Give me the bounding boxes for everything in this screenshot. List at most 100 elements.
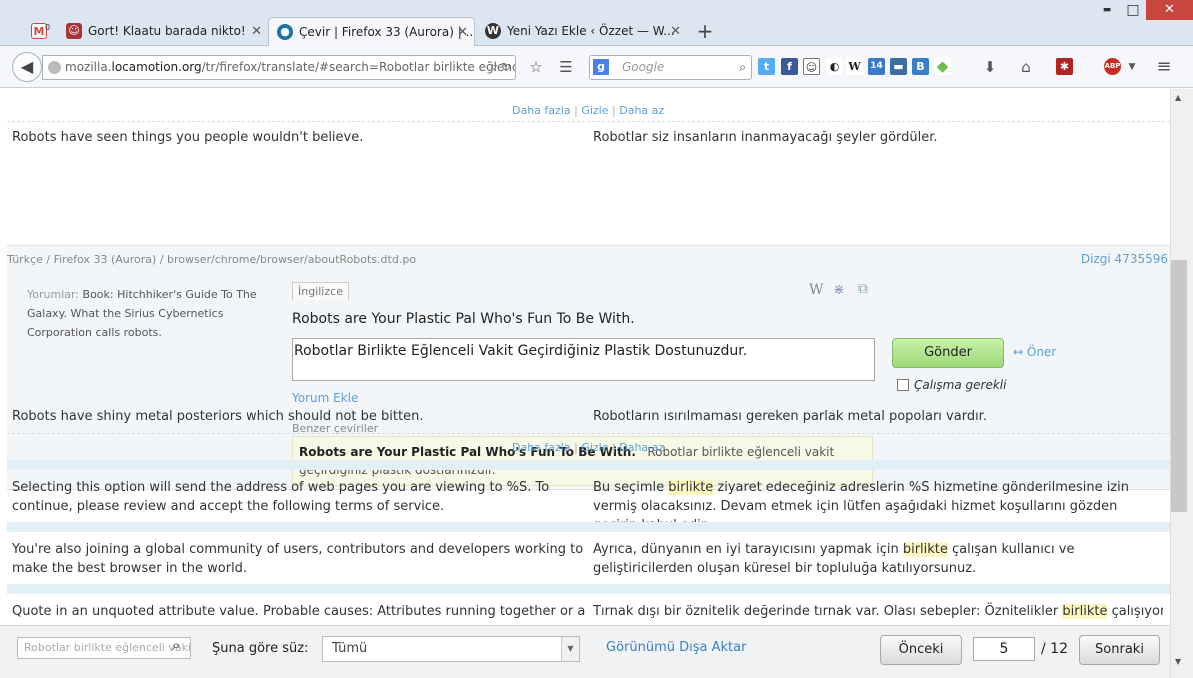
moon-icon[interactable]: ◐ <box>826 58 843 75</box>
page-total: / 12 <box>1041 641 1068 657</box>
back-button[interactable]: ◀ <box>12 52 42 82</box>
more-link[interactable]: Daha fazla <box>512 104 571 117</box>
row-separator <box>7 584 1170 594</box>
filter-label: Şuna göre süz: <box>212 641 309 656</box>
string-id-link[interactable]: Dizgi 4735596 <box>1081 252 1168 266</box>
url-bar[interactable]: mozilla.locamotion.org/tr/firefox/transl… <box>42 55 516 80</box>
tab-cevir[interactable]: ● Çevir | Firefox 33 (Aurora) | ... ✕ <box>268 17 475 46</box>
bug-report-icon[interactable]: ⋇ <box>833 282 845 298</box>
wikipedia-lookup-icon[interactable]: W <box>809 282 823 298</box>
hide-link[interactable]: Gizle <box>581 441 608 454</box>
translation-row[interactable]: Quote in an unquoted attribute value. Pr… <box>7 602 1170 622</box>
suggest-link[interactable]: ↔ Öner <box>1013 345 1056 359</box>
reading-list-icon[interactable]: ☰ <box>556 57 576 77</box>
previous-button[interactable]: Önceki <box>880 635 962 665</box>
home-icon[interactable]: ⌂ <box>1016 57 1036 77</box>
less-link[interactable]: Daha az <box>619 104 664 117</box>
translation-textarea[interactable]: Robotlar Birlikte Eğlenceli Vakit Geçird… <box>292 338 875 381</box>
copy-icon[interactable]: ⧉ <box>858 281 868 297</box>
wikipedia-icon[interactable]: W <box>846 58 863 75</box>
url-path: /tr/firefox/translate/#search=Robotlar b… <box>201 60 516 74</box>
close-tab-icon[interactable]: ✕ <box>251 17 262 46</box>
filter-selected-value: Tümü <box>332 641 368 656</box>
fuzzy-checkbox[interactable] <box>897 379 909 391</box>
bookmark-star-icon[interactable]: ☆ <box>526 57 546 77</box>
blogger-icon[interactable]: B <box>912 58 929 75</box>
source-lang-label: İngilizce <box>292 282 349 300</box>
search-highlight: birlikte <box>1062 604 1108 619</box>
less-link[interactable]: Daha az <box>619 441 664 454</box>
globe-icon <box>48 61 61 74</box>
next-button[interactable]: Sonraki <box>1079 635 1160 665</box>
scroll-up-arrow-icon[interactable]: ▲ <box>1175 93 1181 102</box>
hide-link[interactable]: Gizle <box>581 104 608 117</box>
facebook-icon[interactable]: f <box>781 58 798 75</box>
smiley-icon[interactable]: ☺ <box>803 58 820 75</box>
close-tab-icon[interactable]: ✕ <box>457 18 468 46</box>
target-text: Tırnak dışı bir öznitelik değerinde tırn… <box>593 604 1163 619</box>
source-text: You're also joining a global community o… <box>12 542 584 576</box>
fuzzy-label: Çalışma gerekli <box>914 378 1007 392</box>
search-highlight: birlikte <box>668 480 714 495</box>
target-text: Robotlar siz insanların inanmayacağı şey… <box>593 130 938 145</box>
minimize-button[interactable]: ▬ <box>1094 0 1120 20</box>
scrollbar-thumb[interactable] <box>1171 260 1187 512</box>
source-text: Selecting this option will send the addr… <box>12 480 550 514</box>
adblock-icon[interactable]: ABP <box>1104 58 1121 75</box>
google-icon: g <box>593 59 609 75</box>
tab-gort[interactable]: ☺ Gort! Klaatu barada nikto! ✕ <box>58 17 268 46</box>
source-text: Robots have shiny metal posteriors which… <box>12 409 424 424</box>
calendar-icon[interactable]: 14 <box>868 58 885 75</box>
search-icon[interactable]: ⌕ <box>172 636 180 654</box>
previous-row-links: Daha fazla | Gizle | Daha az <box>512 104 665 117</box>
feedly-icon[interactable]: ◆ <box>934 58 951 75</box>
close-tab-icon[interactable]: ✕ <box>670 17 681 46</box>
source-text: Quote in an unquoted attribute value. Pr… <box>12 604 587 619</box>
target-text: Robotların ısırılmaması gereken parlak m… <box>593 409 987 424</box>
maximize-button[interactable]: □ <box>1120 0 1146 20</box>
reload-icon[interactable]: ▿ ↻ <box>491 56 511 79</box>
tab-label: Yeni Yazı Ekle ‹ Özzet — W... <box>507 24 675 38</box>
scroll-down-arrow-icon[interactable]: ▼ <box>1175 657 1181 666</box>
search-icon[interactable]: ⌕ <box>739 56 746 79</box>
tab-label: Çevir | Firefox 33 (Aurora) | ... <box>299 25 475 39</box>
title-bar: ▬ □ ✕ M 0 ☺ Gort! Klaatu barada nikto! ✕… <box>0 0 1193 46</box>
breadcrumb[interactable]: Türkçe / Firefox 33 (Aurora) / browser/c… <box>7 253 416 266</box>
divider <box>7 121 1170 122</box>
next-row-links: Daha fazla | Gizle | Daha az <box>512 441 665 454</box>
chat-icon[interactable]: ▬ <box>890 58 907 75</box>
adblock-dropdown-icon[interactable]: ▼ <box>1122 57 1142 77</box>
row-separator <box>7 522 1170 532</box>
tab-wordpress[interactable]: W Yeni Yazı Ekle ‹ Özzet — W... ✕ <box>477 17 687 46</box>
tab-label: Gort! Klaatu barada nikto! <box>88 24 246 38</box>
navigation-toolbar: ◀ mozilla.locamotion.org/tr/firefox/tran… <box>0 46 1193 88</box>
search-placeholder: Google <box>622 60 665 74</box>
row-separator <box>7 460 1170 470</box>
twitter-icon[interactable]: t <box>758 58 775 75</box>
filter-select[interactable]: Tümü ▼ <box>322 636 580 662</box>
footer-search-input[interactable]: Robotlar birlikte eğlenceli vakit <box>17 637 191 659</box>
divider <box>7 433 1170 434</box>
translation-row[interactable]: Selecting this option will send the addr… <box>7 478 1170 533</box>
close-window-button[interactable]: ✕ <box>1146 0 1193 20</box>
download-icon[interactable]: ⬇ <box>980 57 1000 77</box>
translation-row[interactable]: You're also joining a global community o… <box>7 540 1170 580</box>
add-comment-link[interactable]: Yorum Ekle <box>292 391 358 405</box>
new-tab-button[interactable]: + <box>693 17 717 45</box>
page-content: Daha fazla | Gizle | Daha az Robots have… <box>0 89 1170 625</box>
addon-icon[interactable]: ✱ <box>1056 58 1073 75</box>
url-domain: locamotion.org <box>111 60 202 74</box>
export-view-link[interactable]: Görünümü Dışa Aktar <box>606 640 746 655</box>
tab-gmail[interactable]: M 0 <box>24 17 58 46</box>
translation-row[interactable]: Robots have shiny metal posteriors which… <box>7 409 1170 429</box>
comment-label: Yorumlar: <box>27 288 80 301</box>
gmail-badge: 0 <box>45 23 51 32</box>
more-link[interactable]: Daha fazla <box>512 441 571 454</box>
translation-row[interactable]: Robots have seen things you people would… <box>7 130 1170 150</box>
url-prefix: mozilla. <box>65 60 112 74</box>
back-arrow-icon: ◀ <box>20 57 34 76</box>
search-box[interactable]: g Google ⌕ <box>589 55 752 80</box>
submit-button[interactable]: Gönder <box>892 338 1004 368</box>
page-number-input[interactable]: 5 <box>973 637 1035 661</box>
menu-icon[interactable]: ≡ <box>1154 57 1174 77</box>
